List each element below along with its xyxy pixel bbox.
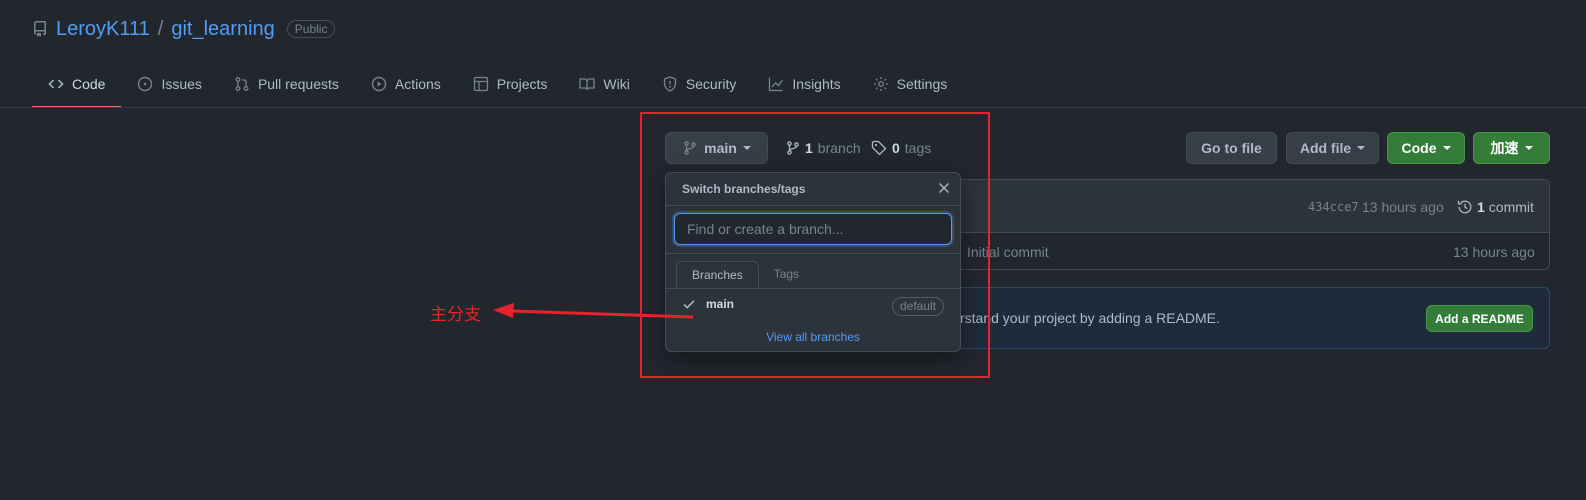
file-commit-time: 13 hours ago [1453, 244, 1535, 260]
add-file-label: Add file [1299, 140, 1352, 156]
issue-icon [137, 76, 153, 92]
tab-settings[interactable]: Settings [857, 66, 964, 102]
repo-name-link[interactable]: git_learning [171, 18, 274, 41]
table-icon [473, 76, 489, 92]
tab-label: Code [72, 76, 106, 92]
tab-issues[interactable]: Issues [121, 66, 217, 102]
tab-label: Insights [792, 76, 841, 92]
commit-hash[interactable]: 434cce7 [1308, 200, 1359, 214]
play-icon [371, 76, 387, 92]
annotation-arrow-icon [493, 303, 694, 319]
repo-header: LeroyK111 / git_learning Public [32, 16, 336, 42]
commit-count-link[interactable]: 1 commit [1457, 199, 1534, 215]
chevron-down-icon [1524, 146, 1533, 150]
tab-label: Wiki [603, 76, 630, 92]
tab-wiki[interactable]: Wiki [563, 66, 645, 102]
tab-label: Projects [496, 76, 548, 92]
readme-prompt-text: rstand your project by adding a README. [960, 310, 1220, 326]
tab-label: Actions [394, 76, 441, 92]
repo-owner-link[interactable]: LeroyK111 [56, 18, 150, 41]
repo-separator: / [157, 17, 164, 40]
annotation-highlight-box [640, 112, 990, 378]
add-file-button[interactable]: Add file [1286, 132, 1379, 164]
tab-actions[interactable]: Actions [355, 66, 457, 102]
tab-insights[interactable]: Insights [752, 66, 856, 102]
visibility-badge: Public [286, 20, 336, 38]
repo-icon [32, 21, 48, 37]
book-icon [579, 76, 596, 92]
go-to-file-button[interactable]: Go to file [1186, 132, 1277, 164]
annotation-label: 主分支 [430, 305, 481, 325]
go-to-file-label: Go to file [1201, 140, 1262, 156]
add-readme-button[interactable]: Add a README [1426, 305, 1533, 332]
add-readme-label: Add a README [1435, 311, 1524, 326]
commit-time: 13 hours ago [1362, 199, 1444, 215]
history-icon [1457, 199, 1473, 215]
nav-divider [0, 107, 1586, 108]
code-button-label: Code [1401, 140, 1437, 156]
chevron-down-icon [1442, 146, 1451, 150]
tab-pull-requests[interactable]: Pull requests [218, 66, 355, 102]
tab-security[interactable]: Security [646, 66, 753, 102]
commit-count: 1 [1477, 199, 1485, 215]
accelerate-button-label: 加速 [1490, 141, 1519, 157]
tab-label: Settings [896, 76, 948, 92]
code-icon [48, 76, 64, 92]
commit-count-label: commit [1488, 199, 1534, 215]
gear-icon [873, 76, 889, 92]
tab-label: Issues [161, 76, 202, 92]
shield-icon [662, 76, 678, 92]
code-button[interactable]: Code [1387, 132, 1465, 164]
pull-request-icon [234, 76, 250, 92]
graph-icon [768, 76, 784, 92]
chevron-down-icon [1357, 146, 1366, 150]
tab-code[interactable]: Code [32, 66, 122, 108]
tab-projects[interactable]: Projects [457, 66, 564, 102]
tab-label: Pull requests [257, 76, 339, 92]
repo-nav-tabs: Code Issues Pull requests Actions Projec… [32, 66, 963, 108]
accelerate-button[interactable]: 加速 [1473, 132, 1550, 164]
tab-label: Security [685, 76, 737, 92]
